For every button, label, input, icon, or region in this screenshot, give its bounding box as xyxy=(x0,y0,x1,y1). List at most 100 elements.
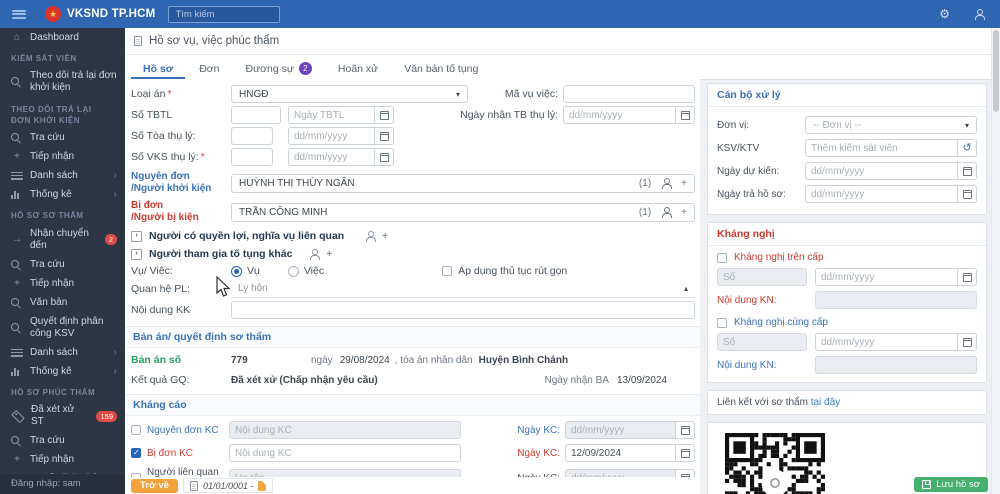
calendar-icon[interactable] xyxy=(675,107,694,123)
count-badge: 159 xyxy=(96,411,117,422)
gear-icon[interactable]: ⚙ xyxy=(939,8,950,20)
sidebar-item-tra-cuu-pt[interactable]: Tra cứu xyxy=(0,432,125,451)
person-icon[interactable] xyxy=(661,178,671,188)
tra-hs-input[interactable] xyxy=(806,186,957,202)
khang-nghi-cung-cap-checkbox[interactable] xyxy=(717,318,727,328)
nguyen-don-kc-checkbox[interactable] xyxy=(131,425,141,435)
calendar-icon[interactable] xyxy=(957,163,976,179)
save-button[interactable]: Lưu hồ sơ xyxy=(914,477,988,492)
sidebar-item-thong-ke[interactable]: Thống kê › xyxy=(0,185,125,204)
global-search-input[interactable] xyxy=(168,6,280,23)
bi-don-field[interactable]: TRẦN CÔNG MINH (1) + xyxy=(231,203,695,222)
calendar-icon[interactable] xyxy=(957,269,976,285)
kn-cung-nd-label: Nội dung KN: xyxy=(717,360,815,371)
kn-cung-date-input[interactable] xyxy=(816,334,957,350)
tab-van-ban-to-tung[interactable]: Văn bản tố tụng xyxy=(392,55,490,79)
kn-cung-so-input[interactable] xyxy=(717,333,807,351)
refresh-icon[interactable]: ↺ xyxy=(957,140,976,156)
ngay-nhan-tb-input[interactable] xyxy=(564,107,675,123)
scrollbar-thumb[interactable] xyxy=(993,30,999,112)
hamburger-menu-icon[interactable] xyxy=(12,10,26,19)
sidebar-item-danh-sach-st[interactable]: Danh sách › xyxy=(0,343,125,362)
bi-don-kc-date-input[interactable] xyxy=(566,445,675,461)
footer-date-pill[interactable]: 01/01/0001 - xyxy=(183,478,274,493)
ngay-vks-input[interactable] xyxy=(289,149,374,165)
ma-vu-viec-input[interactable] xyxy=(563,85,695,103)
sidebar-item-tra-cuu-st[interactable]: Tra cứu xyxy=(0,255,125,274)
sidebar-item-van-ban[interactable]: Văn bản xyxy=(0,293,125,312)
tab-don[interactable]: Đơn xyxy=(187,55,231,79)
person-icon[interactable] xyxy=(309,249,319,259)
expand-icon: › xyxy=(131,249,142,260)
search-icon xyxy=(11,77,23,87)
calendar-icon[interactable] xyxy=(374,128,393,144)
radio-viec[interactable] xyxy=(288,266,299,277)
noi-dung-kk-input[interactable] xyxy=(231,301,695,319)
back-button[interactable]: Trở về xyxy=(131,479,178,493)
ngay-nhan-tb-date xyxy=(563,106,695,124)
add-person-icon[interactable]: + xyxy=(326,249,332,260)
kn-cung-nd-input[interactable] xyxy=(815,356,977,374)
ksv-input[interactable] xyxy=(806,140,957,156)
bi-don-kc-input[interactable] xyxy=(229,444,461,462)
nguyen-don-kc-date-input[interactable] xyxy=(566,422,675,438)
sidebar-item-da-xet-xu[interactable]: Đã xét xử ST 159 xyxy=(0,401,125,432)
so-tbtl-input[interactable] xyxy=(231,106,281,124)
sidebar-item-label: Theo dõi trả lại đơn khởi kiện xyxy=(30,70,117,94)
sidebar-item-nhan-chuyen-den[interactable]: → Nhận chuyển đến 2 xyxy=(0,224,125,255)
calendar-icon[interactable] xyxy=(675,422,694,438)
add-person-icon[interactable]: + xyxy=(681,207,687,218)
sidebar-item-tiep-nhan-st[interactable]: + Tiếp nhận xyxy=(0,274,125,293)
sidebar-item-quyet-dinh-st[interactable]: Quyết định phân công KSV xyxy=(0,312,125,343)
khang-nghi-tren-cap-checkbox[interactable] xyxy=(717,253,727,263)
nguyen-don-kc-input[interactable] xyxy=(229,421,461,439)
person-icon[interactable] xyxy=(661,207,671,217)
radio-vu[interactable] xyxy=(231,266,242,277)
search-icon xyxy=(11,298,23,308)
tab-ho-so[interactable]: Hồ sơ xyxy=(131,55,185,79)
add-person-icon[interactable]: + xyxy=(681,178,687,189)
kn-tren-date-input[interactable] xyxy=(816,269,957,285)
kn-tren-so-input[interactable] xyxy=(717,268,807,286)
rut-gon-checkbox[interactable] xyxy=(442,266,452,276)
sidebar-item-tiep-nhan[interactable]: + Tiếp nhận xyxy=(0,147,125,166)
label-nguyen-don: Nguyên đơn/Người khởi kiện xyxy=(131,171,231,195)
calendar-icon[interactable] xyxy=(957,334,976,350)
lien-ket-link[interactable]: tại đây xyxy=(811,397,840,408)
so-toa-input[interactable] xyxy=(231,127,273,145)
loai-an-select[interactable]: HNGĐ▾ xyxy=(231,85,468,103)
nguoi-khac-toggle[interactable]: › Người tham gia tố tụng khác + xyxy=(131,248,695,260)
du-kien-input[interactable] xyxy=(806,163,957,179)
label-ket-qua: Kết quả GQ: xyxy=(131,374,231,386)
main-area: Hồ sơ vụ, việc phúc thẩm Hồ sơ Đơn Đương… xyxy=(125,28,992,494)
don-vi-select[interactable]: -- Đơn vị --▾ xyxy=(805,116,977,134)
ngay-toa-input[interactable] xyxy=(289,128,374,144)
sidebar-item-theo-doi-tra-don[interactable]: Theo dõi trả lại đơn khởi kiện xyxy=(0,67,125,98)
tab-hoan-xu[interactable]: Hoãn xử xyxy=(326,55,390,79)
bi-don-kc-checkbox[interactable] xyxy=(131,448,141,458)
tab-duong-su[interactable]: Đương sự2 xyxy=(234,55,324,79)
user-icon[interactable] xyxy=(974,9,984,19)
nguoi-lien-quan-toggle[interactable]: › Người có quyền lợi, nghĩa vụ liên quan… xyxy=(131,230,695,242)
sidebar-item-tra-cuu[interactable]: Tra cứu xyxy=(0,128,125,147)
kn-cung-date xyxy=(815,333,977,351)
sidebar-item-dashboard[interactable]: ⌂ Dashboard xyxy=(0,28,125,47)
vertical-scrollbar[interactable] xyxy=(991,28,1000,494)
ngay-tbtl-input[interactable] xyxy=(289,107,374,123)
add-person-icon[interactable]: + xyxy=(382,231,388,242)
nguyen-don-field[interactable]: HUỲNH THỊ THÚY NGÂN (1) + xyxy=(231,174,695,193)
kn-tren-nd-input[interactable] xyxy=(815,291,977,309)
can-bo-card: Cán bộ xử lý Đơn vị: -- Đơn vị --▾ KSV/K… xyxy=(707,83,987,215)
sidebar-item-danh-sach[interactable]: Danh sách › xyxy=(0,166,125,185)
quan-he-pl-select[interactable]: Ly hôn▴ xyxy=(231,280,695,298)
calendar-icon[interactable] xyxy=(374,107,393,123)
ngay-kc-label: Ngày KC: xyxy=(461,425,565,436)
sidebar-item-tiep-nhan-pt[interactable]: + Tiếp nhận xyxy=(0,451,125,470)
save-icon xyxy=(922,480,931,489)
calendar-icon[interactable] xyxy=(957,186,976,202)
calendar-icon[interactable] xyxy=(675,445,694,461)
calendar-icon[interactable] xyxy=(374,149,393,165)
so-vks-input[interactable] xyxy=(231,148,273,166)
sidebar-item-thong-ke-st[interactable]: Thống kê › xyxy=(0,362,125,381)
person-icon[interactable] xyxy=(365,231,375,241)
